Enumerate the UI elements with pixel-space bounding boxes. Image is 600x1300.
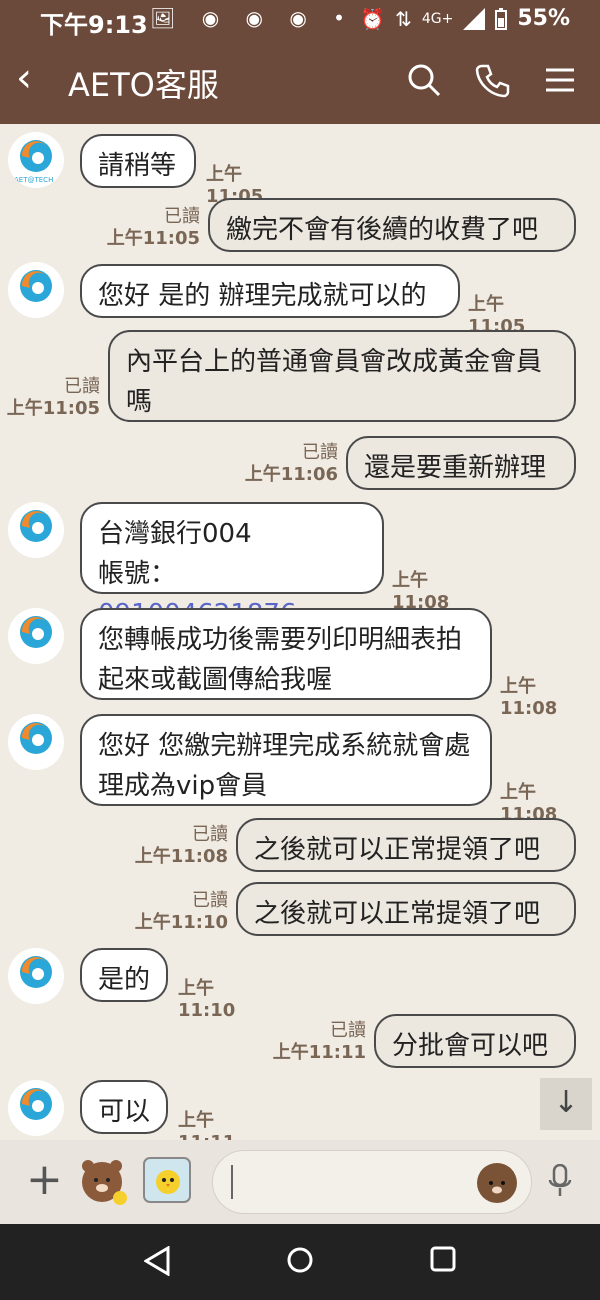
message-time: 上午11:10	[134, 912, 228, 933]
message-bubble[interactable]: 還是要重新辦理	[346, 436, 576, 490]
message-bubble[interactable]: 之後就可以正常提領了吧	[236, 818, 576, 872]
search-icon[interactable]	[404, 60, 444, 100]
message-bubble[interactable]: 之後就可以正常提領了吧	[236, 882, 576, 936]
aeto-logo-icon	[20, 616, 52, 648]
aeto-logo-icon	[20, 1088, 52, 1120]
aeto-logo-icon	[20, 722, 52, 754]
message-time: 上午11:10	[178, 978, 236, 1021]
read-receipt: 已讀	[330, 1020, 366, 1041]
battery-percent: 55%	[517, 6, 570, 31]
avatar-label: AET@TECH	[14, 176, 54, 184]
alarm-icon: ⏰	[360, 6, 386, 31]
message-time: 上午11:11	[272, 1042, 366, 1063]
sticker-bear-icon[interactable]	[76, 1152, 132, 1208]
avatar[interactable]	[8, 1080, 64, 1136]
read-receipt: 已讀	[64, 376, 100, 397]
bank-name: 台灣銀行004	[98, 519, 252, 549]
plus-icon[interactable]: +	[26, 1158, 63, 1202]
sticker-chick-photo-icon[interactable]	[140, 1152, 196, 1208]
emoji-bear-icon[interactable]	[477, 1163, 517, 1203]
chat-header: ‹ AETO客服	[0, 40, 600, 124]
message-bubble[interactable]: 分批會可以吧	[374, 1014, 576, 1068]
message-bubble[interactable]: 您好 是的 辦理完成就可以的	[80, 264, 460, 318]
chat-area[interactable]: AET@TECH 請稍等 上午11:05 已讀 上午11:05 繳完不會有後續的…	[0, 124, 600, 1140]
status-time: 下午9:13	[40, 11, 148, 39]
menu-icon[interactable]	[540, 60, 580, 100]
status-bar: 下午9:13 🖼 ◉ ◉ ◉ • ⏰ ⇅ 4G+ 55%	[0, 0, 600, 40]
phone-icon[interactable]	[472, 60, 512, 100]
data-sync-icon: ⇅	[395, 6, 412, 31]
system-nav-bar	[0, 1224, 600, 1300]
recents-square-icon[interactable]	[430, 1246, 456, 1272]
message-bubble[interactable]: 是的	[80, 948, 168, 1002]
read-receipt: 已讀	[192, 890, 228, 911]
avatar[interactable]	[8, 502, 64, 558]
avatar[interactable]	[8, 608, 64, 664]
message-time: 上午11:06	[244, 464, 338, 485]
avatar[interactable]	[8, 262, 64, 318]
network-label: 4G+	[421, 10, 454, 27]
aeto-logo-icon	[20, 956, 52, 988]
back-triangle-icon[interactable]	[144, 1246, 170, 1276]
message-bubble[interactable]: 請稍等	[80, 134, 196, 188]
message-bubble[interactable]: 您轉帳成功後需要列印明細表拍起來或截圖傳給我喔	[80, 608, 492, 700]
scroll-down-button[interactable]: ↓	[540, 1078, 592, 1130]
message-time: 上午11:05	[106, 228, 200, 249]
avatar[interactable]: AET@TECH	[8, 132, 64, 188]
chat-title: AETO客服	[68, 66, 219, 104]
read-receipt: 已讀	[302, 442, 338, 463]
message-time: 上午11:08	[500, 676, 558, 719]
microphone-icon[interactable]	[548, 1164, 572, 1198]
avatar[interactable]	[8, 714, 64, 770]
home-circle-icon[interactable]	[286, 1246, 314, 1274]
message-time: 上午11:11	[178, 1110, 235, 1140]
input-bar: +	[0, 1140, 600, 1224]
message-bubble[interactable]: 內平台上的普通會員會改成黃金會員嗎	[108, 330, 576, 422]
back-button[interactable]: ‹	[16, 58, 32, 98]
message-bubble[interactable]: 您好 您繳完辦理完成系統就會處理成為vip會員	[80, 714, 492, 806]
avatar[interactable]	[8, 948, 64, 1004]
signal-icon	[463, 7, 486, 30]
aeto-logo-icon	[20, 510, 52, 542]
notification-icons: 🖼 ◉ ◉ ◉ •	[150, 6, 355, 30]
read-receipt: 已讀	[164, 206, 200, 227]
battery-icon	[495, 7, 508, 30]
message-bubble[interactable]: 可以	[80, 1080, 168, 1134]
aeto-logo-icon	[20, 270, 52, 302]
message-bubble[interactable]: 繳完不會有後續的收費了吧	[208, 198, 576, 252]
read-receipt: 已讀	[192, 824, 228, 845]
message-input[interactable]	[212, 1150, 532, 1214]
bank-info-bubble[interactable]: 台灣銀行004 帳號：091004621876	[80, 502, 384, 629]
account-label: 帳號：	[98, 559, 177, 589]
message-time: 上午11:05	[6, 398, 100, 419]
message-time: 上午11:08	[134, 846, 228, 867]
text-cursor	[231, 1165, 233, 1199]
